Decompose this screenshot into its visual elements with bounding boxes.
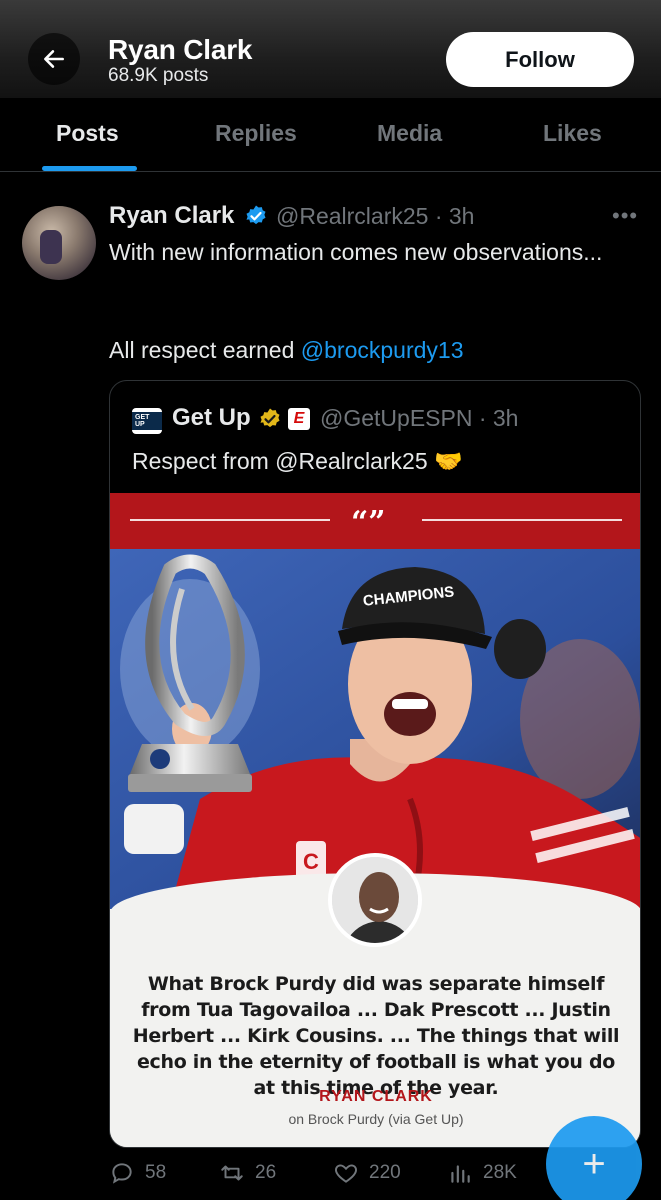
like-button[interactable]: 220	[333, 1160, 401, 1186]
quoted-tweet[interactable]: GET UP Get Up E @GetUpESPN · 3h Respect …	[109, 380, 641, 1148]
avatar[interactable]	[22, 206, 96, 280]
reply-icon	[112, 1163, 132, 1184]
card-quote-author: RYAN CLARK	[319, 1088, 433, 1105]
tab-replies[interactable]: Replies	[215, 120, 297, 147]
tweet-text: With new information comes new observati…	[109, 239, 603, 265]
quote-mark-icon: “”	[351, 505, 386, 540]
card-quote-subtitle: on Brock Purdy (via Get Up)	[288, 1111, 464, 1127]
ryan-clark-headshot	[328, 853, 422, 947]
reply-button[interactable]: 58	[109, 1160, 166, 1186]
reply-count: 58	[145, 1162, 167, 1183]
posts-count: 68.9K posts	[108, 65, 209, 86]
gold-verified-badge-icon	[260, 408, 280, 428]
tab-media[interactable]: Media	[377, 120, 442, 147]
quoted-tweet-text: Respect from @Realrclark25 🤝	[132, 448, 463, 474]
banner-divider-right	[422, 519, 622, 521]
tweet-text-prefix: All respect earned	[109, 337, 301, 363]
profile-header: Ryan Clark 68.9K posts Follow	[0, 0, 661, 98]
mention-link[interactable]: @brockpurdy13	[301, 337, 464, 363]
like-count: 220	[369, 1162, 401, 1183]
plus-icon: +	[582, 1141, 606, 1186]
tweet-text-line2: All respect earned @brockpurdy13	[109, 334, 629, 367]
back-button[interactable]	[28, 33, 80, 85]
banner-divider-left	[130, 519, 330, 521]
quote-image-card[interactable]: “” C CHAMPIONS What Brock Purdy did was …	[110, 493, 640, 1147]
follow-button[interactable]: Follow	[446, 32, 634, 87]
active-tab-indicator	[42, 166, 137, 171]
views-button[interactable]: 28K	[447, 1160, 517, 1186]
getup-logo: GET UP	[132, 408, 162, 434]
profile-name: Ryan Clark	[108, 34, 253, 65]
heart-icon	[335, 1164, 357, 1183]
quoted-author-name[interactable]: Get Up	[172, 404, 251, 432]
arrow-left-icon	[44, 50, 64, 68]
verified-badge-icon	[246, 205, 266, 225]
tab-likes[interactable]: Likes	[543, 120, 602, 147]
repost-button[interactable]: 26	[219, 1160, 276, 1186]
views-count: 28K	[483, 1162, 517, 1183]
profile-tabs: Posts Replies Media Likes	[0, 98, 661, 172]
tweet-author-name[interactable]: Ryan Clark	[109, 202, 234, 230]
quoted-author-handle[interactable]: @GetUpESPN · 3h	[320, 405, 518, 432]
card-banner: “”	[110, 493, 640, 549]
more-options-icon[interactable]: •••	[612, 203, 638, 229]
views-chart-icon	[451, 1165, 470, 1183]
espn-affiliate-icon: E	[288, 408, 310, 430]
repost-icon	[221, 1165, 243, 1181]
tab-posts[interactable]: Posts	[56, 120, 119, 147]
svg-text:C: C	[303, 849, 319, 874]
card-quote-text: What Brock Purdy did was separate himsel…	[132, 973, 620, 1099]
repost-count: 26	[255, 1162, 277, 1183]
tweet-author-handle[interactable]: @Realrclark25 · 3h	[276, 203, 474, 230]
